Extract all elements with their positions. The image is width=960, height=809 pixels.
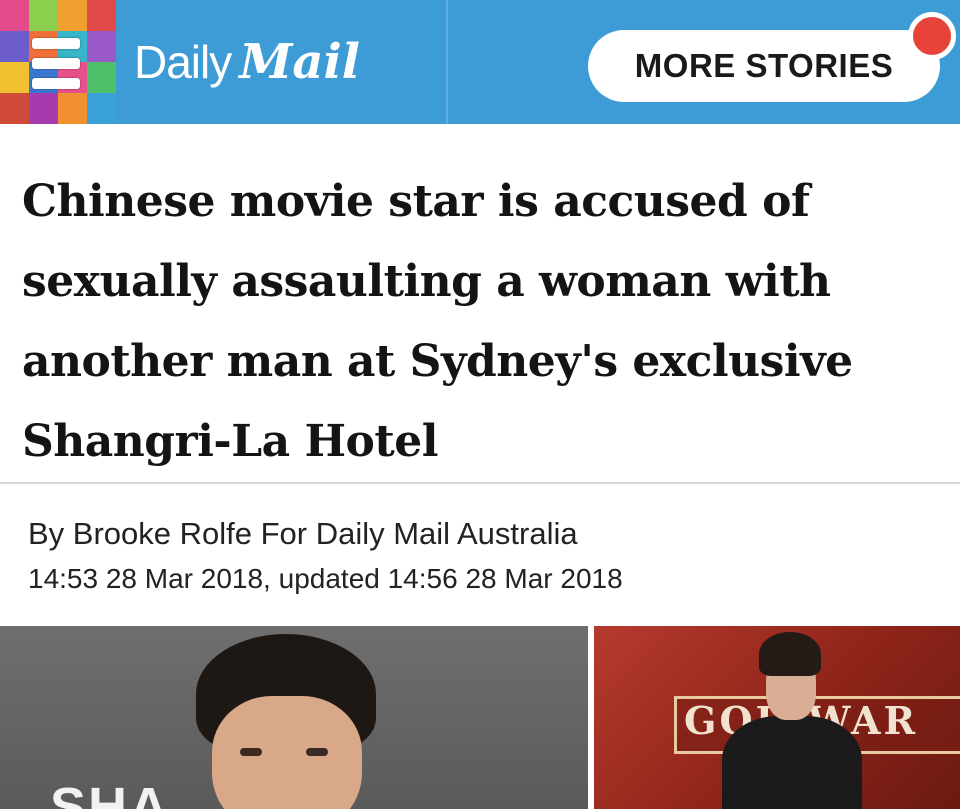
daily-mail-logo[interactable]: Daily Mail xyxy=(134,34,360,94)
hamburger-menu-icon[interactable] xyxy=(28,38,84,90)
person-body xyxy=(722,716,862,809)
backdrop-text: SHA xyxy=(50,777,171,809)
article-photo-left[interactable]: SHA xyxy=(0,626,588,809)
eye xyxy=(240,748,262,756)
person-hair xyxy=(759,632,821,676)
more-stories-button[interactable]: MORE STORIES xyxy=(588,30,940,102)
eye xyxy=(306,748,328,756)
site-header: Daily Mail MORE STORIES xyxy=(0,0,960,124)
article-headline: Chinese movie star is accused of sexuall… xyxy=(22,176,853,467)
logo-daily-text: Daily xyxy=(134,36,232,88)
divider xyxy=(0,482,960,484)
person-face xyxy=(212,696,362,809)
article-byline[interactable]: By Brooke Rolfe For Daily Mail Australia xyxy=(28,516,578,552)
logo-mail-text: Mail xyxy=(239,34,360,90)
article-timestamp: 14:53 28 Mar 2018, updated 14:56 28 Mar … xyxy=(28,563,623,594)
header-divider xyxy=(446,0,448,124)
notification-dot-icon xyxy=(908,12,956,60)
article-photo-right[interactable]: GOD WAR xyxy=(594,626,960,809)
